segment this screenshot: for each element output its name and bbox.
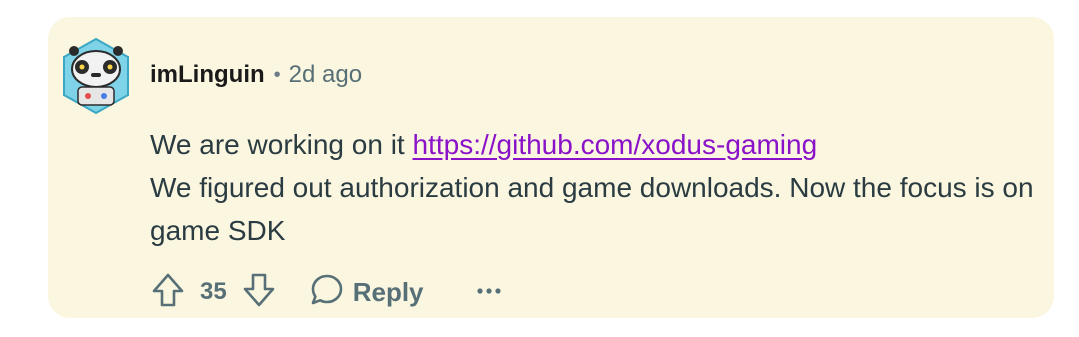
- comment-body: We are working on it https://github.com/…: [150, 123, 1079, 252]
- reply-label: Reply: [352, 276, 424, 307]
- reply-bubble-icon: [309, 272, 345, 313]
- more-options-icon: [476, 283, 502, 301]
- comment-text-line2: We figured out authorization and game do…: [150, 172, 1034, 246]
- comment-actions: 35 Reply: [148, 269, 502, 315]
- upvote-icon: [151, 272, 185, 313]
- author-username[interactable]: imLinguin: [150, 61, 265, 89]
- comment-paragraph: We are working on it https://github.com/…: [150, 123, 1079, 166]
- comment-card: imLinguin • 2d ago We are working on it …: [48, 17, 1054, 318]
- avatar[interactable]: [60, 37, 132, 115]
- meta-separator: •: [273, 63, 281, 86]
- upvote-button[interactable]: [148, 269, 188, 315]
- more-options-button[interactable]: [476, 269, 502, 315]
- reply-button[interactable]: Reply: [309, 269, 424, 315]
- comment-text-line1: We are working on it: [150, 129, 413, 160]
- downvote-button[interactable]: [239, 269, 279, 315]
- comment-header: imLinguin • 2d ago: [150, 59, 362, 91]
- vote-score: 35: [200, 278, 227, 305]
- downvote-icon: [242, 272, 276, 313]
- github-link[interactable]: https://github.com/xodus-gaming: [413, 129, 818, 160]
- comment-timestamp[interactable]: 2d ago: [289, 61, 362, 89]
